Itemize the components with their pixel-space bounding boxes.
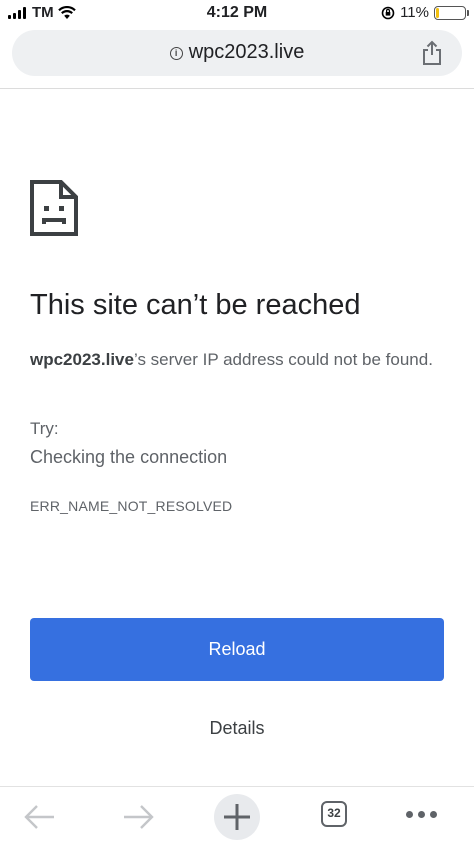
status-right: 11% bbox=[381, 4, 469, 21]
suggestion-item: Checking the connection bbox=[30, 447, 228, 467]
forward-arrow-icon[interactable] bbox=[116, 795, 160, 839]
bottom-toolbar: 32 bbox=[0, 786, 474, 844]
more-icon[interactable] bbox=[406, 811, 437, 818]
address-bar[interactable]: i wpc2023.live bbox=[12, 30, 462, 76]
tab-switcher-icon[interactable]: 32 bbox=[321, 801, 347, 827]
url-display[interactable]: i wpc2023.live bbox=[12, 41, 462, 64]
header-divider bbox=[0, 88, 474, 89]
battery-icon bbox=[434, 5, 469, 20]
reload-button[interactable]: Reload bbox=[30, 618, 444, 681]
message-rest: ’s server IP address could not be found. bbox=[133, 350, 433, 369]
url-text: wpc2023.live bbox=[188, 41, 305, 63]
back-arrow-icon[interactable] bbox=[18, 795, 62, 839]
rotation-lock-icon bbox=[381, 6, 395, 19]
info-icon[interactable]: i bbox=[169, 47, 183, 60]
error-message: wpc2023.live’s server IP address could n… bbox=[30, 345, 450, 375]
details-button[interactable]: Details bbox=[0, 718, 474, 739]
status-bar: TM 4:12 PM 11% bbox=[0, 0, 474, 26]
try-label: Try: bbox=[30, 419, 59, 438]
sad-page-icon bbox=[30, 180, 78, 236]
battery-level bbox=[436, 7, 439, 18]
battery-percent: 11% bbox=[400, 4, 429, 21]
message-host: wpc2023.live bbox=[30, 350, 134, 369]
share-icon[interactable] bbox=[420, 40, 444, 66]
plus-icon bbox=[224, 804, 250, 830]
page-title: This site can’t be reached bbox=[30, 289, 361, 321]
error-code: ERR_NAME_NOT_RESOLVED bbox=[30, 498, 233, 514]
new-tab-button[interactable] bbox=[214, 794, 260, 840]
